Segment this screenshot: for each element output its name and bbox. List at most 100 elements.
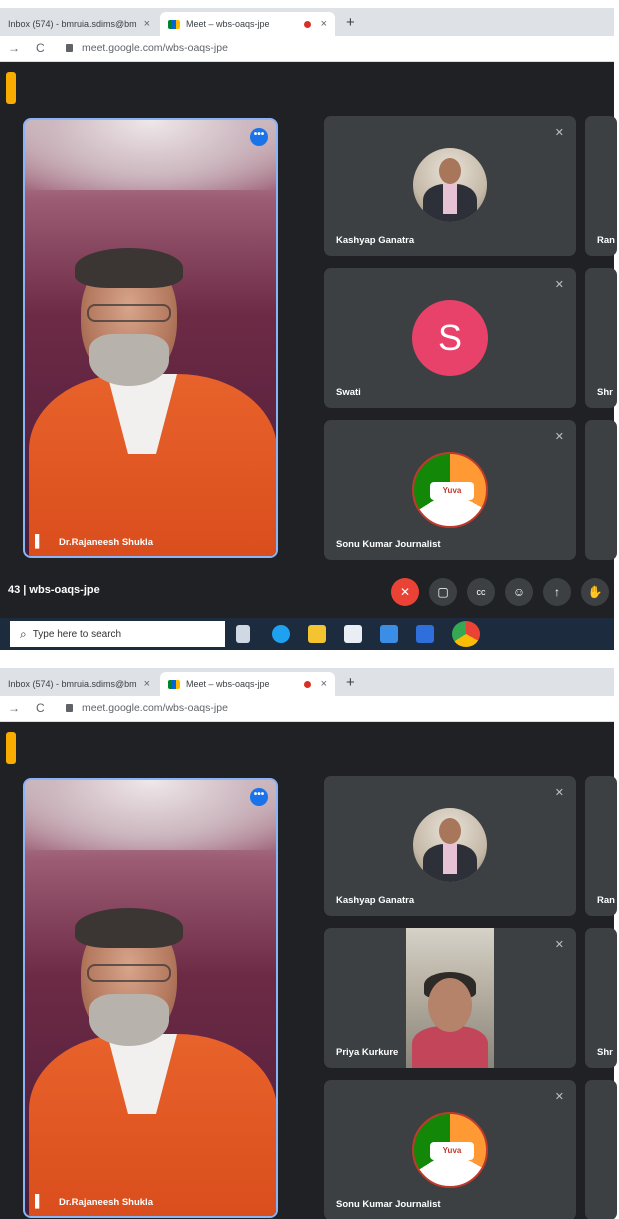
mail-icon[interactable] xyxy=(380,625,398,643)
mic-toggle-icon[interactable]: ✕ xyxy=(391,578,419,606)
dropbox-icon[interactable] xyxy=(416,625,434,643)
participant-video xyxy=(406,928,494,1068)
logo-text: Yuva xyxy=(430,482,474,500)
participant-tile[interactable]: Ran xyxy=(585,776,617,916)
meet-stage: ••• ▌ Dr.Rajaneesh Shukla ✕ Kashyap Gana… xyxy=(0,722,617,1219)
muted-mic-icon: ✕ xyxy=(554,939,564,951)
tab-inbox[interactable]: Inbox (574) - bmruia.sdims@bm × xyxy=(0,672,158,696)
participant-name: Sonu Kumar Journalist xyxy=(336,539,441,550)
avatar xyxy=(413,148,487,222)
meet-stage: ••• ▌ Dr.Rajaneesh Shukla ✕ Kashyap Gana… xyxy=(0,62,617,618)
url-field[interactable]: meet.google.com/wbs-oaqs-jpe xyxy=(82,42,228,54)
organization-logo: Yuva xyxy=(412,1112,488,1188)
tab-meet[interactable]: Meet – wbs-oaqs-jpe × xyxy=(160,12,335,36)
lock-icon xyxy=(66,704,73,712)
participant-tile[interactable]: ✕ Yuva Sonu Kumar Journalist xyxy=(324,420,576,560)
reload-icon[interactable]: C xyxy=(36,701,45,715)
meet-logo-icon xyxy=(168,679,180,689)
raise-hand-icon[interactable]: ✋ xyxy=(581,578,609,606)
recording-indicator-icon xyxy=(304,680,311,688)
background-curtain xyxy=(25,120,276,190)
task-view-icon[interactable] xyxy=(236,625,250,643)
pinned-participant-tile[interactable]: ••• ▌ Dr.Rajaneesh Shukla xyxy=(23,778,278,1218)
participant-name: Dr.Rajaneesh Shukla xyxy=(59,1197,153,1208)
camera-toggle-icon[interactable]: ▢ xyxy=(429,578,457,606)
participant-tile[interactable] xyxy=(585,420,617,560)
lock-icon xyxy=(66,44,73,52)
store-icon[interactable] xyxy=(344,625,362,643)
meeting-code: 43 | wbs-oaqs-jpe xyxy=(8,584,100,596)
avatar: S xyxy=(412,300,488,376)
pin-icon[interactable]: ▌ xyxy=(35,1194,44,1208)
participant-name: Kashyap Ganatra xyxy=(336,235,415,246)
browser-tab-bar: Inbox (574) - bmruia.sdims@bm × Meet – w… xyxy=(0,668,614,696)
participant-video xyxy=(25,248,276,556)
participant-name: Swati xyxy=(336,387,361,398)
recording-indicator-icon xyxy=(304,20,311,28)
tab-inbox-label: Inbox (574) - bmruia.sdims@bm xyxy=(8,19,137,29)
participant-name: Shr xyxy=(597,1047,613,1058)
meet-logo-icon xyxy=(168,19,180,29)
close-icon[interactable]: × xyxy=(321,18,327,30)
search-icon: ⌕ xyxy=(20,626,27,641)
muted-mic-icon: ✕ xyxy=(554,279,564,291)
taskbar-search[interactable]: ⌕ Type here to search xyxy=(10,621,225,647)
meeting-controls-bar: 43 | wbs-oaqs-jpe ✕ ▢ cc ☺ ↑ ✋ xyxy=(0,570,614,618)
close-icon[interactable]: × xyxy=(321,678,327,690)
close-icon[interactable]: × xyxy=(144,678,150,690)
avatar xyxy=(413,808,487,882)
address-bar: → C meet.google.com/wbs-oaqs-jpe xyxy=(0,696,614,722)
meet-screenshot-2: Inbox (574) - bmruia.sdims@bm × Meet – w… xyxy=(0,660,619,1219)
close-icon[interactable]: × xyxy=(144,18,150,30)
new-tab-button[interactable]: + xyxy=(346,674,355,691)
participant-tile[interactable]: Ran xyxy=(585,116,617,256)
organization-logo: Yuva xyxy=(412,452,488,528)
pinned-participant-tile[interactable]: ••• ▌ Dr.Rajaneesh Shukla xyxy=(23,118,278,558)
muted-mic-icon: ✕ xyxy=(554,431,564,443)
browser-tab-bar: Inbox (574) - bmruia.sdims@bm × Meet – w… xyxy=(0,8,614,36)
search-placeholder: Type here to search xyxy=(32,628,122,640)
activity-badge[interactable] xyxy=(6,72,16,104)
participant-name: Ran xyxy=(597,895,615,906)
more-options-icon[interactable]: ••• xyxy=(250,788,268,806)
participant-name: Sonu Kumar Journalist xyxy=(336,1199,441,1210)
chrome-icon[interactable] xyxy=(452,621,480,647)
tab-meet[interactable]: Meet – wbs-oaqs-jpe × xyxy=(160,672,335,696)
tab-meet-label: Meet – wbs-oaqs-jpe xyxy=(186,679,270,689)
participant-tile[interactable]: ✕ Kashyap Ganatra xyxy=(324,776,576,916)
muted-mic-icon: ✕ xyxy=(554,787,564,799)
activity-badge[interactable] xyxy=(6,732,16,764)
participant-tile[interactable]: Shr xyxy=(585,928,617,1068)
reload-icon[interactable]: C xyxy=(36,41,45,55)
forward-icon[interactable]: → xyxy=(8,41,20,55)
participant-tile[interactable]: ✕ Yuva Sonu Kumar Journalist xyxy=(324,1080,576,1219)
participant-tile[interactable]: ✕ Kashyap Ganatra xyxy=(324,116,576,256)
tab-inbox-label: Inbox (574) - bmruia.sdims@bm xyxy=(8,679,137,689)
emoji-icon[interactable]: ☺ xyxy=(505,578,533,606)
muted-mic-icon: ✕ xyxy=(554,1091,564,1103)
forward-icon[interactable]: → xyxy=(8,701,20,715)
file-explorer-icon[interactable] xyxy=(308,625,326,643)
present-icon[interactable]: ↑ xyxy=(543,578,571,606)
participant-name: Priya Kurkure xyxy=(336,1047,399,1058)
captions-icon[interactable]: cc xyxy=(467,578,495,606)
participant-video xyxy=(25,908,276,1216)
participant-tile[interactable]: Shr xyxy=(585,268,617,408)
participant-name: Ran xyxy=(597,235,615,246)
edge-icon[interactable] xyxy=(272,625,290,643)
tab-inbox[interactable]: Inbox (574) - bmruia.sdims@bm × xyxy=(0,12,158,36)
participant-tile[interactable] xyxy=(585,1080,617,1219)
new-tab-button[interactable]: + xyxy=(346,14,355,31)
address-bar: → C meet.google.com/wbs-oaqs-jpe xyxy=(0,36,614,62)
meet-screenshot-1: Inbox (574) - bmruia.sdims@bm × Meet – w… xyxy=(0,0,619,650)
background-curtain xyxy=(25,780,276,850)
windows-taskbar: ⌕ Type here to search xyxy=(0,618,614,650)
participant-name: Dr.Rajaneesh Shukla xyxy=(59,537,153,548)
more-options-icon[interactable]: ••• xyxy=(250,128,268,146)
url-field[interactable]: meet.google.com/wbs-oaqs-jpe xyxy=(82,702,228,714)
participant-tile[interactable]: ✕ Priya Kurkure xyxy=(324,928,576,1068)
participant-name: Shr xyxy=(597,387,613,398)
participant-tile[interactable]: ✕ S Swati xyxy=(324,268,576,408)
logo-text: Yuva xyxy=(430,1142,474,1160)
pin-icon[interactable]: ▌ xyxy=(35,534,44,548)
